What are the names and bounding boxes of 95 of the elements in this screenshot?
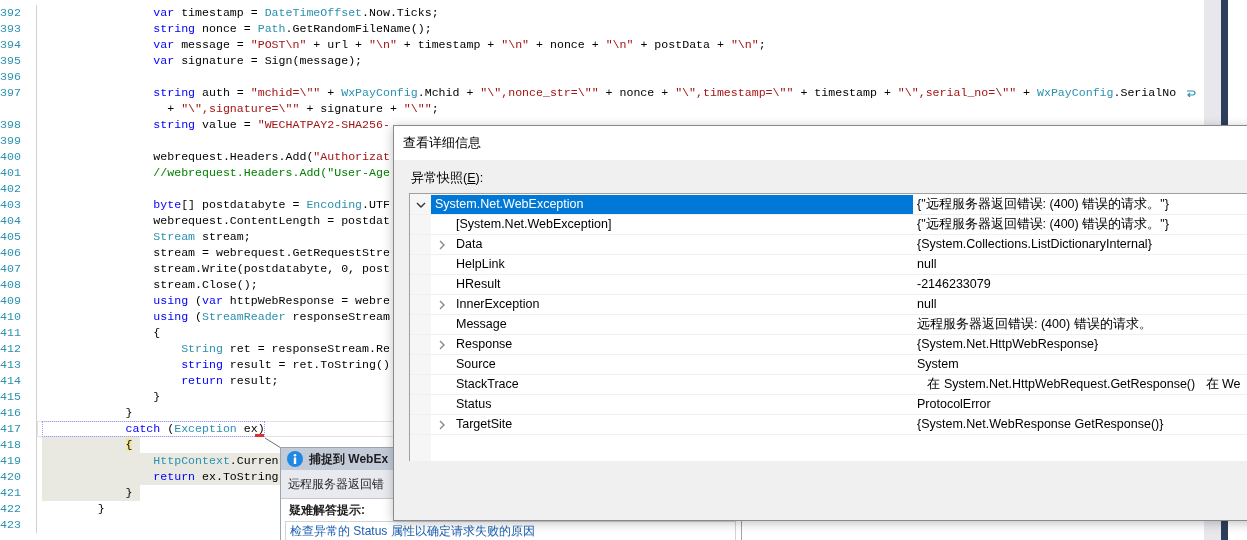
property-name[interactable]: Data — [452, 235, 913, 254]
line-number: 413 — [0, 358, 21, 371]
property-value: ProtocolError — [916, 396, 992, 413]
line-number: 420 — [0, 470, 21, 483]
code-line: return result; — [180, 373, 279, 389]
property-value: null — [916, 296, 938, 313]
line-number: 412 — [0, 342, 21, 355]
line-number: 400 — [0, 150, 21, 163]
code-line: var message = "POST\n" + url + "\n" + timestamp + "\n" + nonce + "\n" + postData + "\n"; — [152, 37, 766, 53]
line-number: 414 — [0, 374, 21, 387]
chevron-right-icon[interactable] — [438, 339, 445, 350]
property-value: {System.Net.WebResponse GetResponse()} — [916, 416, 1165, 433]
line-number: 392 — [0, 6, 21, 19]
line-number: 404 — [0, 214, 21, 227]
leader-line — [264, 437, 282, 449]
chevron-right-icon[interactable] — [438, 239, 445, 250]
line-number: 408 — [0, 278, 21, 291]
property-name[interactable]: StackTrace — [452, 375, 913, 394]
code-line: string result = ret.ToString() — [180, 357, 390, 373]
code-line: string value = "WECHATPAY2-SHA256- — [152, 117, 390, 133]
line-number: 397 — [0, 86, 21, 99]
line-number: 411 — [0, 326, 21, 339]
code-line: webrequest.Headers.Add("Authorizat — [152, 149, 390, 165]
property-name[interactable]: [System.Net.WebException] — [452, 215, 913, 234]
property-name[interactable]: System.Net.WebException — [431, 195, 913, 214]
code-line: stream.Close(); — [152, 277, 258, 293]
info-icon — [287, 451, 303, 467]
code-line: stream.Write(postdatabyte, 0, post — [152, 261, 390, 277]
property-value: 远程服务器返回错误: (400) 错误的请求。 — [916, 316, 1153, 333]
line-number: 402 — [0, 182, 21, 195]
line-number: 403 — [0, 198, 21, 211]
dialog-title: 查看详细信息 — [403, 134, 481, 152]
code-line: } — [124, 405, 133, 421]
chevron-right-icon[interactable] — [438, 299, 445, 310]
line-number: 406 — [0, 246, 21, 259]
line-number: 415 — [0, 390, 21, 403]
code-line: var signature = Sign(message); — [152, 53, 363, 69]
property-value: -2146233079 — [916, 276, 992, 293]
property-name[interactable]: Response — [452, 335, 913, 354]
line-number: 399 — [0, 134, 21, 147]
popup-title: 捕捉到 WebEx — [309, 450, 389, 468]
code-line: String ret = responseStream.Re — [180, 341, 390, 357]
code-line: using (var httpWebResponse = webre — [152, 293, 390, 309]
property-name[interactable]: HResult — [452, 275, 913, 294]
property-value: {"远程服务器返回错误: (400) 错误的请求。"} — [916, 216, 1170, 233]
property-value: 在 System.Net.HttpWebRequest.GetResponse() 在 We — [926, 376, 1242, 393]
line-number: 401 — [0, 166, 21, 179]
code-line: stream = webrequest.GetRequestStre — [152, 245, 390, 261]
property-value: null — [916, 256, 938, 273]
code-line: catch (Exception ex) — [42, 421, 265, 437]
snapshot-label: 异常快照(E): — [411, 170, 484, 187]
property-value: {System.Collections.ListDictionaryInternal} — [916, 236, 1153, 253]
code-line: + "\",signature=\"" + signature + "\""; — [166, 101, 439, 117]
line-number: 410 — [0, 310, 21, 323]
line-number: 416 — [0, 406, 21, 419]
property-name[interactable]: Status — [452, 395, 913, 414]
property-name[interactable]: Message — [452, 315, 913, 334]
line-number: 407 — [0, 262, 21, 275]
code-line: } — [152, 389, 161, 405]
line-number: 405 — [0, 230, 21, 243]
line-number: 419 — [0, 454, 21, 467]
code-line: webrequest.ContentLength = postdat — [152, 213, 390, 229]
exception-message: 远程服务器返回错 — [288, 476, 384, 492]
line-number: 398 — [0, 118, 21, 131]
line-number: 393 — [0, 22, 21, 35]
chevron-down-icon[interactable] — [415, 201, 426, 208]
line-number: 423 — [0, 518, 21, 531]
property-name[interactable]: Source — [452, 355, 913, 374]
line-number: 422 — [0, 502, 21, 515]
line-number: 417 — [0, 422, 21, 435]
code-line: using (StreamReader responseStream — [152, 309, 390, 325]
property-name[interactable]: TargetSite — [452, 415, 913, 434]
hint-heading: 疑难解答提示: — [288, 502, 366, 519]
property-name[interactable]: HelpLink — [452, 255, 913, 274]
code-line: byte[] postdatabyte = Encoding.UTF — [152, 197, 390, 213]
code-line: string auth = "mchid=\"" + WxPayConfig.Mchid + "\",nonce_str=\"" + nonce + "\",timestamp=\"" + timestamp + "\",serial_no=\"" + WxPayConfig.SerialNo — [152, 85, 1177, 101]
property-value: {"远程服务器返回错误: (400) 错误的请求。"} — [916, 196, 1170, 213]
line-number: 396 — [0, 70, 21, 83]
line-number: 421 — [0, 486, 21, 499]
word-wrap-icon — [1186, 89, 1197, 97]
line-number: 395 — [0, 54, 21, 67]
line-number: 418 — [0, 438, 21, 451]
chevron-right-icon[interactable] — [438, 419, 445, 430]
code-line: string nonce = Path.GetRandomFileName(); — [152, 21, 432, 37]
line-number: 409 — [0, 294, 21, 307]
code-line: //webrequest.Headers.Add("User-Age — [152, 165, 390, 181]
code-line: var timestamp = DateTimeOffset.Now.Ticks; — [152, 5, 439, 21]
code-line: { — [152, 325, 161, 341]
property-name[interactable]: InnerException — [452, 295, 913, 314]
property-value: {System.Net.HttpWebResponse} — [916, 336, 1100, 353]
line-number: 394 — [0, 38, 21, 51]
code-line: } — [96, 501, 105, 517]
error-squiggle — [254, 434, 264, 437]
code-line: Stream stream; — [152, 229, 251, 245]
property-value: System — [916, 356, 960, 373]
